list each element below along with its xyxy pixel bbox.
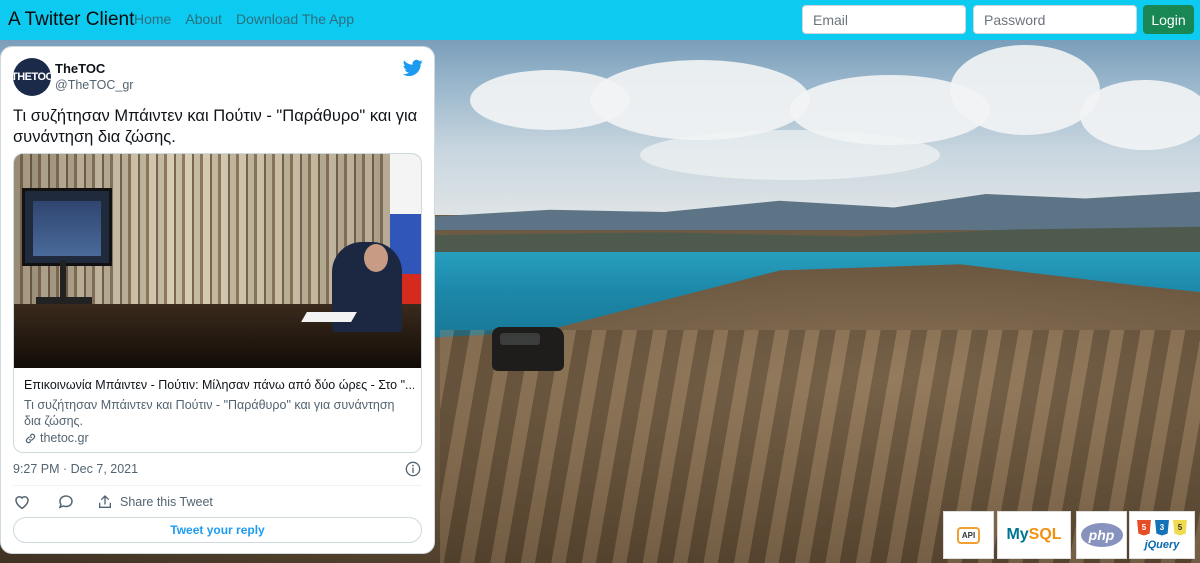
jquery-logo-text: jQuery	[1144, 538, 1180, 551]
tweet-text: Τι συζήτησαν Μπάιντεν και Πούτιν - "Παρά…	[13, 107, 418, 146]
php-logo: php	[1076, 511, 1127, 559]
tweet-card: THETOC TheTOC @TheTOC_gr Τι συζήτησαν Μπ…	[0, 46, 435, 554]
cloud	[950, 45, 1100, 135]
card-domain-text: thetoc.gr	[40, 431, 89, 445]
heart-icon	[15, 496, 29, 510]
timestamp[interactable]: 9:27 PM · Dec 7, 2021	[13, 462, 138, 476]
cloud	[640, 130, 940, 180]
mysql-logo-my: My	[1006, 526, 1029, 543]
email-field[interactable]	[802, 5, 966, 34]
divider	[13, 485, 422, 486]
link-icon	[25, 433, 36, 443]
avatar-text: THETOC	[13, 71, 51, 83]
share-label: Share this Tweet	[120, 495, 213, 509]
card-title: Επικοινωνία Μπάιντεν - Πούτιν: Μίλησαν π…	[24, 378, 414, 392]
password-field[interactable]	[973, 5, 1137, 34]
share-button[interactable]: Share this Tweet	[97, 494, 213, 510]
web-tech-logo: 5 3 5 jQuery	[1129, 511, 1195, 559]
javascript-icon: 5	[1173, 519, 1187, 536]
card-domain: thetoc.gr	[24, 431, 89, 445]
display-name[interactable]: TheTOC	[55, 61, 105, 76]
nav-download-app[interactable]: Download The App	[236, 11, 354, 27]
tweet-reply-button[interactable]: Tweet your reply	[13, 517, 422, 543]
html5-icon: 5	[1137, 519, 1151, 536]
php-logo-text: php	[1080, 523, 1123, 547]
api-logo: API	[943, 511, 994, 559]
mysql-logo-sql: SQL	[1028, 526, 1062, 543]
info-icon[interactable]	[405, 461, 421, 477]
login-button[interactable]: Login	[1143, 5, 1194, 34]
css3-icon: 3	[1155, 519, 1169, 536]
nav-links: Home About Download The App	[134, 11, 354, 27]
api-logo-text: API	[956, 526, 981, 544]
nav-about[interactable]: About	[185, 11, 222, 27]
twitter-bird-icon[interactable]	[403, 59, 423, 77]
nav-home[interactable]: Home	[134, 11, 171, 27]
avatar[interactable]: THETOC	[13, 58, 51, 96]
tweet-actions: Share this Tweet	[13, 493, 213, 511]
card-photo	[14, 154, 421, 368]
link-card[interactable]: Επικοινωνία Μπάιντεν - Πούτιν: Μίλησαν π…	[13, 153, 422, 453]
tv-screen	[22, 188, 112, 266]
card-description: Τι συζήτησαν Μπάιντεν και Πούτιν - "Παρά…	[24, 398, 395, 428]
like-button[interactable]	[13, 493, 31, 511]
handle[interactable]: @TheTOC_gr	[55, 78, 133, 92]
jeep	[492, 327, 564, 371]
cloud	[590, 60, 810, 140]
web-shields: 5 3 5	[1137, 519, 1187, 536]
navbar: A Twitter Client Home About Download The…	[0, 0, 1200, 40]
brand[interactable]: A Twitter Client	[8, 9, 134, 31]
reply-action-button[interactable]	[57, 493, 75, 511]
comment-icon	[58, 495, 73, 509]
cloud	[1080, 80, 1200, 150]
share-icon	[99, 495, 111, 508]
mysql-logo: MySQL	[997, 511, 1071, 559]
